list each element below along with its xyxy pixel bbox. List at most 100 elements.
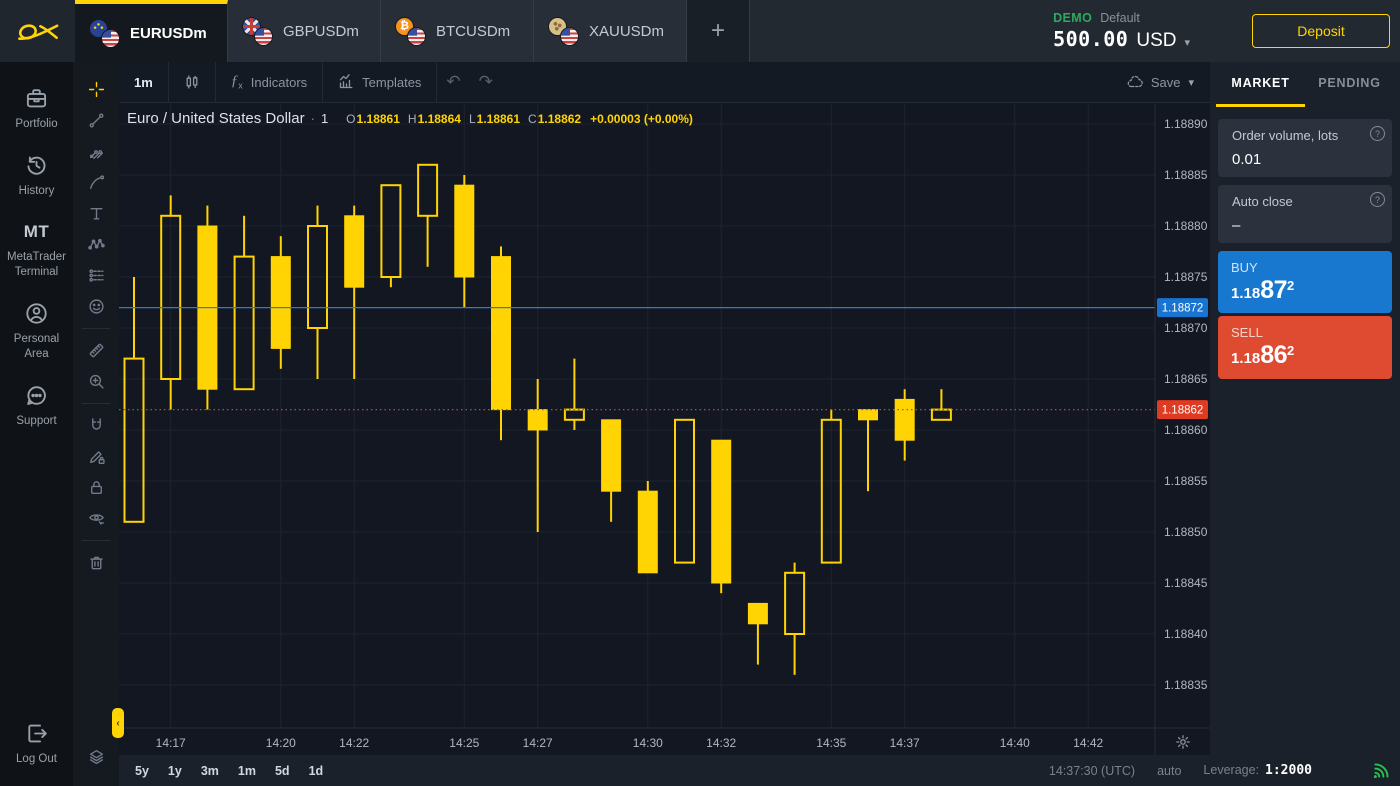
order-panel-tabs: MARKETPENDING <box>1210 62 1400 107</box>
ohlc-value: 1.18864 <box>418 112 461 126</box>
symbol-tab-btcusdm[interactable]: BTCUSDm <box>381 0 534 62</box>
fx-icon: ƒx <box>231 73 243 91</box>
indicators-button[interactable]: ƒx Indicators <box>216 62 322 103</box>
cloud-icon <box>1127 74 1143 90</box>
svg-text:1.18845: 1.18845 <box>1164 576 1208 590</box>
toolbar-separator <box>82 403 110 404</box>
candle-14:19 <box>235 257 254 390</box>
sidebar-item-history[interactable]: History <box>0 143 73 210</box>
undo-button[interactable]: ↶ <box>437 72 469 92</box>
time-axis-settings[interactable] <box>1156 729 1210 755</box>
sell-button[interactable]: SELL 1.18 86 2 <box>1218 316 1392 379</box>
btc-usd-pair-flag <box>395 17 426 46</box>
tool-pattern[interactable] <box>73 229 119 260</box>
account-type-badge: DEMO <box>1053 11 1092 25</box>
drawing-toolbar <box>73 62 119 786</box>
last-price-tag: 1.18862 <box>1157 400 1208 419</box>
deposit-button[interactable]: Deposit <box>1252 14 1390 48</box>
symbol-tab-xauusdm[interactable]: XAUUSDm <box>534 0 687 62</box>
candle-14:25 <box>455 185 474 277</box>
account-switcher[interactable]: DEMO Default 500.00 USD ▾ <box>1053 11 1190 52</box>
buy-button[interactable]: BUY 1.18 87 2 <box>1218 251 1392 313</box>
tool-magnet[interactable] <box>73 410 119 441</box>
tab-label: GBPUSDm <box>283 23 359 40</box>
clock[interactable]: 14:37:30 (UTC) <box>1049 764 1135 778</box>
svg-text:1.18870: 1.18870 <box>1164 321 1208 335</box>
candles-icon <box>184 74 200 90</box>
account-balance: 500.00 <box>1053 27 1128 51</box>
emoji-icon <box>88 298 105 315</box>
chart-area[interactable]: 1.188901.188851.188801.188751.188701.188… <box>119 103 1210 755</box>
toolbar-separator <box>82 540 110 541</box>
question-icon[interactable] <box>1370 192 1385 207</box>
candle-14:29 <box>602 420 621 491</box>
svg-text:14:40: 14:40 <box>1000 736 1030 750</box>
svg-text:1.18862: 1.18862 <box>1162 405 1204 417</box>
svg-text:14:17: 14:17 <box>156 736 186 750</box>
range-5y[interactable]: 5y <box>135 764 149 778</box>
candle-14:31 <box>675 420 694 563</box>
range-1y[interactable]: 1y <box>168 764 182 778</box>
time-axis-labels[interactable]: 14:1714:2014:2214:2514:2714:3014:3214:35… <box>156 736 1104 750</box>
tool-trash[interactable] <box>73 547 119 578</box>
range-5d[interactable]: 5d <box>275 764 290 778</box>
brush-icon <box>88 174 105 191</box>
symbol-tab-eurusdm[interactable]: EURUSDm <box>75 0 228 62</box>
tool-brush[interactable] <box>73 167 119 198</box>
chart-type-button[interactable] <box>169 62 215 103</box>
mt-badge: MT <box>24 221 50 243</box>
tool-draw-lock[interactable] <box>73 441 119 472</box>
add-symbol-tab[interactable]: + <box>687 0 750 62</box>
order-volume-value[interactable]: 0.01 <box>1232 151 1378 168</box>
order-tab-market[interactable]: MARKET <box>1216 62 1305 107</box>
question-icon[interactable] <box>1370 126 1385 141</box>
auto-close-value[interactable]: – <box>1232 217 1378 234</box>
templates-button[interactable]: Templates <box>323 62 436 103</box>
logout-button[interactable]: Log Out <box>0 711 73 778</box>
timezone-mode[interactable]: auto <box>1157 764 1181 778</box>
logout-label: Log Out <box>16 752 57 767</box>
tab-label: XAUUSDm <box>589 23 664 40</box>
position-tool-icon <box>88 267 105 284</box>
symbol-tabs: EURUSDm GBPUSDm BTCUSDm XAUUSDm <box>75 0 687 62</box>
tool-pitchfork[interactable] <box>73 136 119 167</box>
order-volume-card[interactable]: Order volume, lots 0.01 <box>1218 119 1392 177</box>
sidebar-item-label: MetaTrader Terminal <box>2 250 71 280</box>
ask-price-tag: 1.18872 <box>1157 298 1208 317</box>
sidebar-item-personal-area[interactable]: Personal Area <box>0 291 73 373</box>
tool-emoji[interactable] <box>73 291 119 322</box>
tool-trend-line[interactable] <box>73 105 119 136</box>
svg-text:1.18885: 1.18885 <box>1164 168 1208 182</box>
tool-ruler[interactable] <box>73 335 119 366</box>
tool-eye[interactable] <box>73 503 119 534</box>
order-tab-pending[interactable]: PENDING <box>1305 62 1394 107</box>
range-3m[interactable]: 3m <box>201 764 219 778</box>
candle-14:28 <box>565 410 584 420</box>
save-button[interactable]: Save ▾ <box>1127 74 1210 90</box>
tool-position-tool[interactable] <box>73 260 119 291</box>
interval-button[interactable]: 1m <box>119 75 168 90</box>
tool-zoom-in[interactable] <box>73 366 119 397</box>
candle-14:22 <box>345 216 364 287</box>
object-tree-collapse-handle[interactable]: ‹ <box>112 708 124 738</box>
object-layers-button[interactable] <box>73 741 119 772</box>
range-1m[interactable]: 1m <box>238 764 256 778</box>
tool-lock[interactable] <box>73 472 119 503</box>
symbol-tab-gbpusdm[interactable]: GBPUSDm <box>228 0 381 62</box>
svg-text:1.18835: 1.18835 <box>1164 678 1208 692</box>
candle-14:32 <box>712 440 731 583</box>
tool-crosshair[interactable] <box>73 74 119 105</box>
sidebar-item-portfolio[interactable]: Portfolio <box>0 76 73 143</box>
sidebar-item-metatrader-terminal[interactable]: MT MetaTrader Terminal <box>0 210 73 291</box>
sidebar-item-support[interactable]: Support <box>0 373 73 440</box>
svg-text:14:37: 14:37 <box>890 736 920 750</box>
tool-text-tool[interactable] <box>73 198 119 229</box>
ohlc-value: 1.18861 <box>357 112 400 126</box>
auto-close-card[interactable]: Auto close – <box>1218 185 1392 243</box>
sidebar-item-label: Personal Area <box>2 332 71 362</box>
zoom-in-icon <box>88 373 105 390</box>
svg-text:14:25: 14:25 <box>449 736 479 750</box>
redo-button[interactable]: ↷ <box>470 72 502 92</box>
exness-logo[interactable] <box>0 0 75 62</box>
range-1d[interactable]: 1d <box>309 764 324 778</box>
